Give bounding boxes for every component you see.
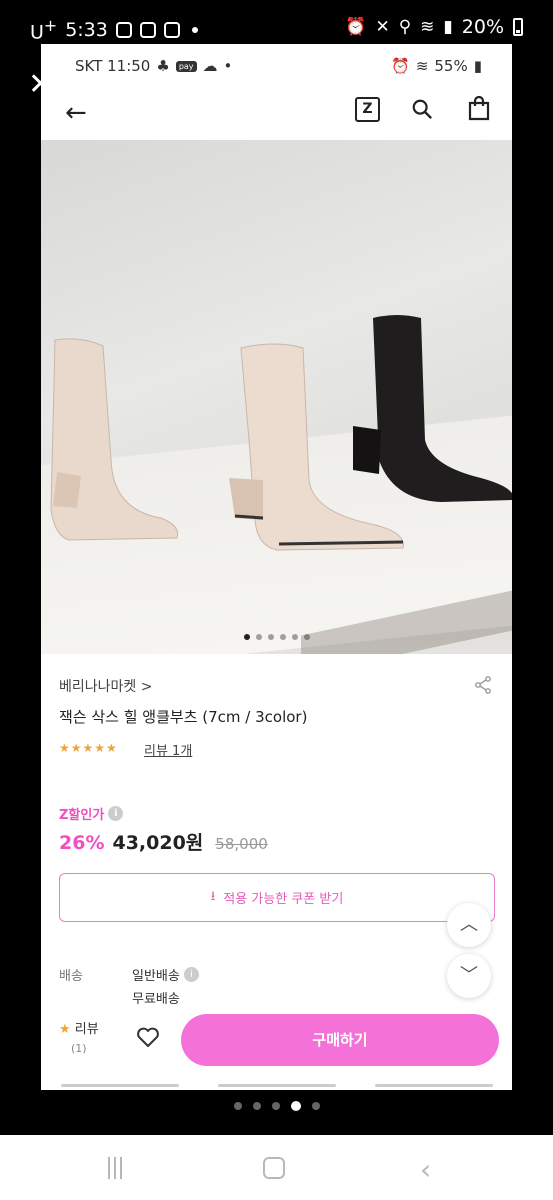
discount-percent: 26% — [59, 832, 105, 854]
carousel-indicator — [41, 634, 512, 640]
product-image-carousel[interactable] — [41, 140, 512, 654]
price-row: 26% 43,020원 58,000 — [59, 828, 268, 855]
boots-photo — [50, 315, 512, 551]
screenshot-page-indicator — [0, 1101, 553, 1111]
review-count: (1) — [71, 1042, 87, 1055]
review-label: 리뷰 — [74, 1022, 99, 1037]
wifi-icon: ≋ — [420, 17, 435, 37]
shipping-type: 일반배송 i — [132, 965, 199, 984]
coupon-download-button[interactable]: ⭳ 적용 가능한 쿠폰 받기 — [59, 873, 495, 922]
back-chevron-icon[interactable]: ‹ — [420, 1153, 431, 1186]
gallery-icon — [115, 21, 132, 38]
signal-icon: ▮ — [443, 17, 453, 37]
battery-percent: 20% — [461, 16, 504, 38]
heart-icon[interactable] — [136, 1026, 160, 1048]
product-title: 잭슨 삭스 힐 앵클부츠 (7cm / 3color) — [59, 708, 308, 726]
clock: 5:33 — [65, 18, 108, 41]
carousel-dot[interactable] — [243, 634, 250, 640]
star-icon: ★ — [59, 1022, 71, 1037]
buy-button[interactable]: 구매하기 — [181, 1014, 499, 1066]
inner-battery-percent: 55% — [434, 57, 468, 75]
purchase-action-bar: ★ 리뷰 (1) 구매하기 — [41, 1004, 512, 1090]
shipping-type-text: 일반배송 — [132, 969, 180, 984]
coupon-label: 적용 가능한 쿠폰 받기 — [223, 892, 344, 907]
search-icon[interactable] — [411, 98, 433, 120]
sale-price: 43,020원 — [112, 832, 204, 854]
share-icon[interactable] — [474, 676, 492, 694]
z-logo-button[interactable]: Z — [355, 97, 380, 122]
shopping-bag-icon[interactable] — [467, 96, 491, 121]
carousel-dot[interactable] — [303, 634, 310, 640]
page-dot[interactable] — [311, 1102, 320, 1110]
recent-apps-icon[interactable] — [108, 1157, 130, 1179]
info-icon[interactable]: i — [183, 967, 199, 982]
page-dot[interactable] — [290, 1101, 301, 1111]
page-dot[interactable] — [252, 1102, 261, 1110]
carousel-dot[interactable] — [291, 634, 298, 640]
android-navigation-bar: ‹ — [0, 1135, 553, 1200]
scroll-to-top-button[interactable]: ︿ — [447, 903, 491, 947]
review-count-link[interactable]: 리뷰 1개 — [144, 740, 192, 759]
embedded-screenshot: SKT 11:50 ♣ pay ☁ • ⏰ ≋ 55% ▮ ← Z 베리나나마켓… — [41, 44, 512, 1090]
page-dot[interactable] — [271, 1102, 280, 1110]
status-right: ⏰ ✕ ⚲ ≋ ▮ 20% — [345, 16, 523, 38]
brand-link[interactable]: 베리나나마켓 > — [59, 676, 152, 696]
location-icon: ⚲ — [398, 17, 412, 37]
status-left: U+ 5:33 — [30, 16, 198, 43]
back-arrow-icon[interactable]: ← — [65, 98, 87, 128]
more-notifications-icon: • — [223, 57, 233, 75]
page-dot[interactable] — [233, 1102, 242, 1110]
carousel-dot[interactable] — [267, 634, 274, 640]
original-price: 58,000 — [215, 835, 268, 853]
wifi-icon: ≋ — [415, 57, 429, 75]
alarm-icon: ⏰ — [345, 17, 367, 37]
info-icon[interactable]: i — [108, 806, 124, 821]
shipping-label: 배송 — [59, 969, 83, 984]
carousel-dot[interactable] — [279, 634, 286, 640]
carousel-dot[interactable] — [255, 634, 262, 640]
inner-gesture-bar — [41, 1080, 512, 1090]
mute-icon: ✕ — [375, 17, 390, 37]
home-icon[interactable] — [263, 1157, 285, 1179]
pay-icon: pay — [175, 60, 197, 72]
instagram-icon — [139, 21, 156, 38]
alarm-icon: ⏰ — [391, 57, 410, 75]
review-button[interactable]: ★ 리뷰 — [59, 1018, 99, 1037]
inner-notification-icon: ♣ — [156, 57, 170, 75]
battery-icon: ▮ — [473, 57, 482, 75]
inner-status-time: SKT 11:50 — [75, 57, 151, 75]
more-notifications-icon — [191, 26, 198, 33]
z-discount-text: Z할인가 — [59, 808, 105, 823]
expand-chevron-down-icon[interactable]: ﹀ — [447, 954, 491, 998]
rating-stars: ★★★★★ — [59, 741, 118, 755]
instagram-icon — [163, 21, 180, 38]
inner-status-bar: SKT 11:50 ♣ pay ☁ • ⏰ ≋ 55% ▮ — [41, 44, 512, 88]
z-discount-label: Z할인가 i — [59, 804, 124, 823]
app-header: ← — [41, 88, 512, 140]
carrier-label: U+ — [30, 16, 58, 44]
cloud-icon: ☁ — [202, 57, 218, 75]
download-icon: ⭳ — [210, 888, 216, 904]
battery-icon — [513, 18, 523, 36]
